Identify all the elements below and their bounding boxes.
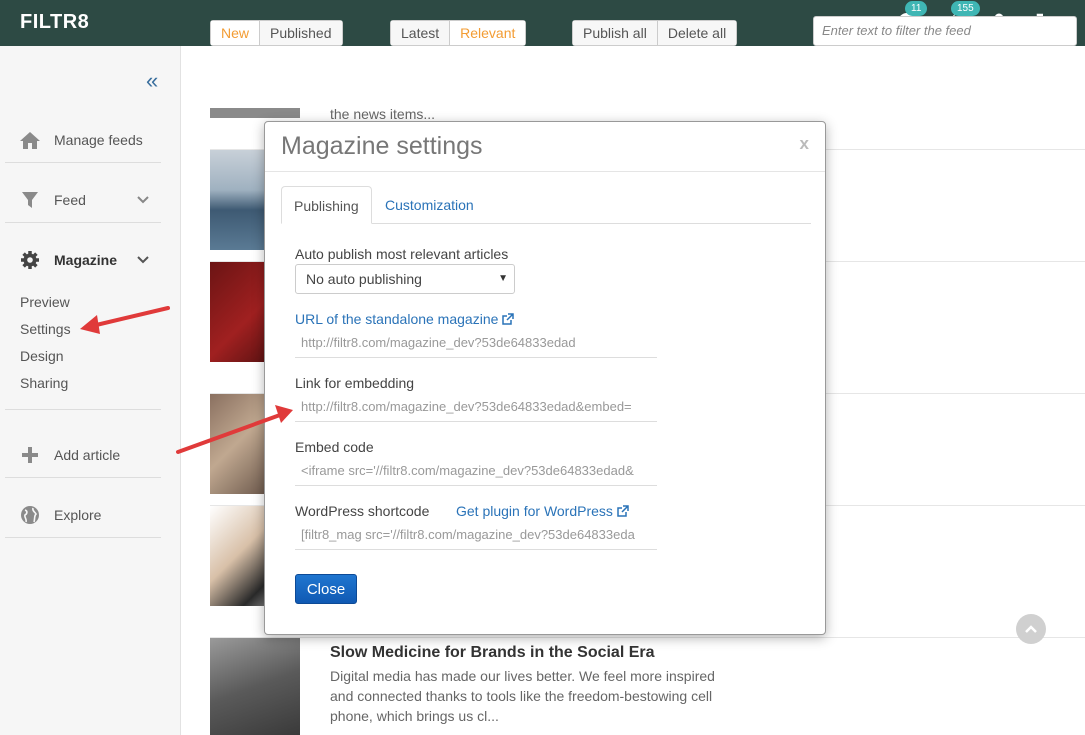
embed-code-field[interactable]: <iframe src='//filtr8.com/magazine_dev?5… [295, 456, 657, 486]
filter-input[interactable]: Enter text to filter the feed [813, 16, 1077, 46]
auto-publish-select[interactable]: No auto publishing ▼ [295, 264, 515, 294]
filter-icon [19, 189, 41, 211]
magazine-settings-modal: Magazine settings x Publishing Customiza… [264, 121, 826, 635]
sidebar-sub-preview[interactable]: Preview [20, 294, 70, 310]
sidebar-item-label: Explore [54, 506, 102, 523]
published-button[interactable]: Published [260, 21, 342, 45]
relevant-button[interactable]: Relevant [450, 21, 526, 45]
publish-all-button[interactable]: Publish all [573, 21, 658, 45]
sidebar-item-label: Add article [54, 446, 121, 463]
standalone-url-link-label: URL of the standalone magazine [295, 311, 499, 327]
brand-logo[interactable]: FILTR8 [20, 11, 89, 34]
collapse-sidebar-icon[interactable]: « [146, 68, 158, 94]
status-toggle: New Published [210, 20, 343, 46]
chevron-down-icon [137, 252, 149, 267]
sidebar-sub-settings[interactable]: Settings [20, 321, 71, 337]
embed-link-field[interactable]: http://filtr8.com/magazine_dev?53de64833… [295, 392, 657, 422]
tab-publishing[interactable]: Publishing [281, 186, 372, 224]
bulk-actions: Publish all Delete all [572, 20, 738, 46]
sidebar-item-magazine[interactable]: Magazine [5, 237, 161, 283]
home-icon [19, 129, 41, 151]
chevron-down-icon [137, 192, 149, 207]
article-thumbnail[interactable] [210, 108, 300, 118]
sort-toggle: Latest Relevant [390, 20, 527, 46]
divider [5, 409, 161, 410]
tab-customization[interactable]: Customization [373, 186, 486, 224]
help-badge: 11 [905, 1, 928, 16]
gear-icon [19, 249, 41, 271]
globe-icon [19, 504, 41, 526]
divider [265, 171, 825, 172]
sidebar-sub-design[interactable]: Design [20, 348, 64, 364]
chevron-up-icon [1025, 625, 1037, 633]
auto-publish-value: No auto publishing [306, 271, 422, 287]
sidebar-item-add-article[interactable]: Add article [5, 432, 161, 478]
sidebar-item-label: Magazine [54, 252, 118, 268]
sidebar: « Manage feeds Feed Magazine Preview Set… [0, 46, 181, 735]
modal-tabs: Publishing Customization [281, 186, 811, 224]
external-link-icon [617, 504, 629, 517]
article-thumbnail[interactable] [210, 638, 300, 735]
wordpress-shortcode-field[interactable]: [filtr8_mag src='//filtr8.com/magazine_d… [295, 520, 657, 550]
new-button[interactable]: New [211, 21, 261, 45]
modal-close-icon[interactable]: x [800, 134, 809, 154]
wordpress-plugin-link-label: Get plugin for WordPress [456, 503, 613, 519]
embed-code-label: Embed code [295, 439, 374, 455]
sidebar-sub-sharing[interactable]: Sharing [20, 375, 68, 391]
sidebar-item-explore[interactable]: Explore [5, 492, 161, 538]
plus-icon [19, 444, 41, 466]
sidebar-item-label: Manage feeds [54, 131, 143, 148]
auto-publish-label: Auto publish most relevant articles [295, 246, 509, 262]
latest-button[interactable]: Latest [391, 21, 451, 45]
delete-all-button[interactable]: Delete all [657, 21, 737, 45]
sidebar-item-label: Feed [54, 191, 86, 208]
sidebar-item-manage-feeds[interactable]: Manage feeds [5, 117, 161, 163]
article-snippet: Digital media has made our lives better.… [330, 668, 715, 724]
modal-title: Magazine settings [281, 132, 483, 160]
close-button[interactable]: Close [295, 574, 357, 604]
scroll-top-button[interactable] [1016, 614, 1046, 644]
sidebar-item-feed[interactable]: Feed [5, 177, 161, 223]
external-link-icon [502, 312, 515, 325]
wordpress-plugin-link[interactable]: Get plugin for WordPress [456, 503, 629, 519]
notifications-badge: 155 [951, 1, 980, 16]
divider [210, 637, 1085, 638]
caret-down-icon: ▼ [498, 273, 508, 284]
article-title[interactable]: Slow Medicine for Brands in the Social E… [330, 644, 655, 662]
standalone-url-field[interactable]: http://filtr8.com/magazine_dev?53de64833… [295, 328, 657, 358]
embed-link-label: Link for embedding [295, 375, 415, 391]
wordpress-shortcode-label: WordPress shortcode [295, 503, 430, 519]
standalone-url-link[interactable]: URL of the standalone magazine [295, 311, 515, 327]
